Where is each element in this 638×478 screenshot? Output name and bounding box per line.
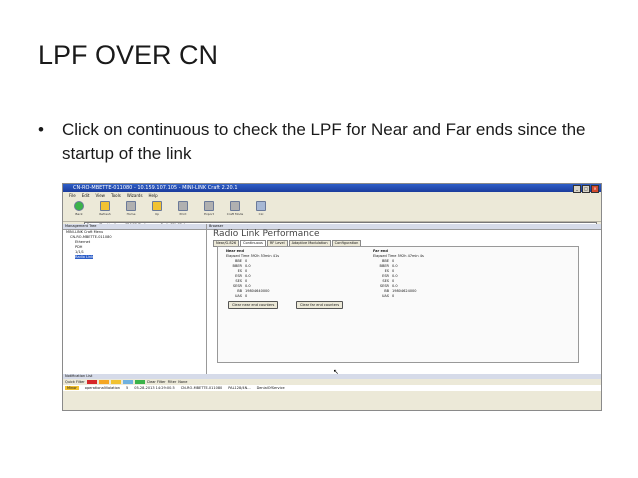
browser-panel: Browser Radio Link Performance Near/G.82…: [207, 224, 601, 374]
clear-filter-button[interactable]: Clear Filter: [147, 380, 166, 384]
elapsed-value: 592h 47min 4s: [397, 254, 424, 258]
severity-warning-filter[interactable]: [122, 380, 133, 384]
metric-key: UAS: [234, 294, 242, 298]
alarm-object: PAL128/4N...: [228, 386, 251, 390]
home-button[interactable]: Home: [121, 201, 141, 216]
severity-cleared-filter[interactable]: [134, 380, 145, 384]
slide-title: LPF OVER CN: [38, 40, 219, 70]
metric-row: UAS 0: [226, 294, 346, 299]
metric-value: 0: [245, 294, 248, 298]
tree-item-label: Ethernet: [75, 240, 91, 244]
print-icon: [178, 201, 188, 211]
print-label: Print: [179, 212, 187, 216]
severity-critical-filter[interactable]: [86, 380, 97, 384]
terminal-icon: [256, 201, 266, 211]
back-label: Back: [75, 212, 83, 216]
alarm-text: DenialOfService: [256, 386, 285, 390]
app-window-screenshot: CN-RO-MBETTE-011080 - 10.159.107.105 - M…: [62, 183, 602, 411]
refresh-icon: [100, 201, 110, 211]
menu-edit[interactable]: Edit: [82, 192, 90, 199]
print-button[interactable]: Print: [173, 201, 193, 216]
filter-label: Filter: [167, 380, 177, 384]
minimize-button[interactable]: _: [573, 185, 581, 193]
bullet-item: • Click on continuous to check the LPF f…: [38, 118, 608, 166]
severity-minor-filter[interactable]: [110, 380, 121, 384]
tree-item-label: Radio Link: [75, 255, 94, 259]
alarm-type: operationalViolation: [84, 386, 120, 390]
tree-item-label: PDH: [75, 245, 83, 249]
tree-item-label: CN-RO-MBETTE-011080: [70, 235, 112, 239]
export-icon: [204, 201, 214, 211]
craft-mode-icon: [230, 201, 240, 211]
menu-tools[interactable]: Tools: [111, 192, 121, 199]
bullet-text: Click on continuous to check the LPF for…: [62, 120, 586, 163]
metric-row: UAS 0: [373, 294, 493, 299]
home-label: Home: [126, 212, 136, 216]
far-end-section: Far end Elapsed Time 592h 47min 4s BBE 0 …: [373, 249, 493, 299]
cli-button[interactable]: CLI: [251, 201, 271, 216]
metric-value: 19804624000: [392, 289, 417, 293]
up-button[interactable]: Up: [147, 201, 167, 216]
bullet-dot: •: [38, 120, 44, 139]
clear-near-end-button[interactable]: Clear near end counters: [228, 301, 279, 309]
tree-item-label: MINI-LINK Craft Menu: [66, 230, 104, 234]
menu-file[interactable]: File: [69, 192, 76, 199]
up-label: Up: [154, 212, 160, 216]
toolbar: Back Refresh Home Up Print Export Craft …: [63, 199, 601, 222]
page-title: Radio Link Performance: [213, 229, 320, 239]
maximize-button[interactable]: □: [582, 185, 590, 193]
close-button[interactable]: ×: [591, 185, 599, 193]
refresh-button[interactable]: Refresh: [95, 201, 115, 216]
near-end-section: Near end Elapsed Time 592h 53min 41s BBE…: [226, 249, 346, 299]
cli-label: CLI: [258, 212, 264, 216]
folder-up-icon: [152, 201, 162, 211]
home-icon: [126, 201, 136, 211]
export-label: Export: [204, 212, 214, 216]
back-button[interactable]: Back: [69, 201, 89, 216]
alarm-source: CN-RO-MBETTE-011080: [180, 386, 223, 390]
menu-help[interactable]: Help: [149, 192, 158, 199]
metric-value: 0: [392, 294, 395, 298]
notification-panel: Notification List Quick Filter Clear Fil…: [63, 374, 601, 410]
back-arrow-icon: [74, 201, 84, 211]
quick-filter-label: Quick Filter: [65, 380, 85, 384]
alarm-count: 5: [125, 386, 129, 390]
tree-item-radio-link[interactable]: Radio Link: [63, 255, 206, 260]
alarm-severity: Minor: [65, 386, 79, 390]
alarm-time: 05-28-2013 14:29:00.5: [134, 386, 175, 390]
metric-key: UAS: [381, 294, 389, 298]
clear-far-end-button[interactable]: Clear far end counters: [296, 301, 344, 309]
menu-wizards[interactable]: Wizards: [127, 192, 143, 199]
menu-view[interactable]: View: [95, 192, 105, 199]
export-button[interactable]: Export: [199, 201, 219, 216]
refresh-label: Refresh: [99, 212, 111, 216]
craft-mode-button[interactable]: Craft Mode: [225, 201, 245, 216]
alarm-row[interactable]: Minor operationalViolation 5 05-28-2013 …: [63, 385, 601, 391]
menu-bar: File Edit View Tools Wizards Help: [63, 192, 601, 199]
filter-select[interactable]: None: [178, 380, 187, 384]
metric-value: 19804640000: [245, 289, 270, 293]
window-titlebar: CN-RO-MBETTE-011080 - 10.159.107.105 - M…: [63, 184, 601, 193]
craft-mode-label: Craft Mode: [226, 212, 244, 216]
tree-item-label: 1/1/1: [75, 250, 85, 254]
management-tree-panel: Management Tree MINI-LINK Craft Menu CN-…: [63, 224, 207, 374]
elapsed-value: 592h 53min 41s: [250, 254, 280, 258]
severity-major-filter[interactable]: [98, 380, 109, 384]
window-title: CN-RO-MBETTE-011080 - 10.159.107.105 - M…: [73, 185, 238, 191]
continuous-panel: Near end Elapsed Time 592h 53min 41s BBE…: [217, 246, 579, 363]
